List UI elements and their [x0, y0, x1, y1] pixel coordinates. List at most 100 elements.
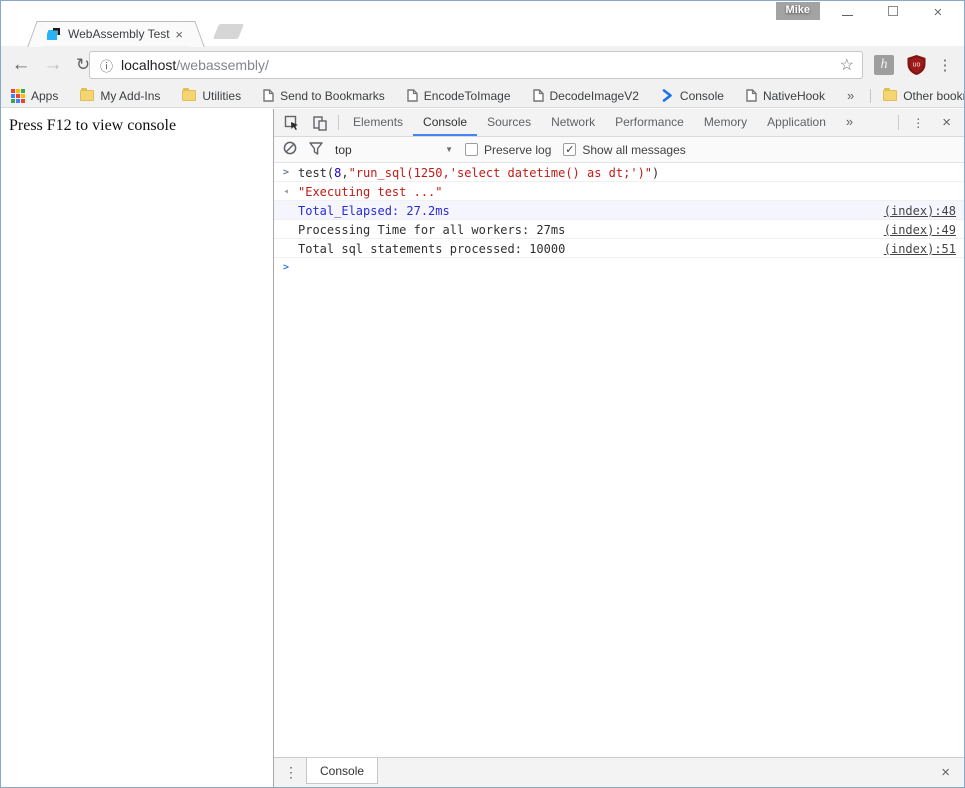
page-info-icon[interactable]: ⓘ [100, 56, 113, 75]
svg-text:uo: uo [913, 62, 921, 69]
page-icon [407, 89, 418, 102]
tab-memory[interactable]: Memory [694, 109, 757, 136]
result-value: "Executing test ..." [298, 185, 443, 199]
apps-shortcut[interactable]: Apps [11, 89, 58, 103]
drawer-menu-icon[interactable]: ⋮ [282, 764, 306, 781]
url-text[interactable]: localhost/webassembly/ [121, 57, 269, 73]
folder-icon [883, 90, 897, 101]
dropdown-arrow-icon: ▼ [445, 145, 453, 154]
filter-icon[interactable] [309, 142, 323, 158]
devtools-close-icon[interactable]: × [933, 109, 960, 136]
tab-network[interactable]: Network [541, 109, 605, 136]
back-icon[interactable]: ← [7, 46, 35, 84]
devtools-tabbar: Elements Console Sources Network Perform… [274, 109, 964, 137]
log-text: Total sql statements processed: 10000 [298, 242, 565, 256]
drawer-tab-console[interactable]: Console [306, 758, 378, 784]
extension-h-icon[interactable]: h [874, 55, 894, 75]
bookmark-label: My Add-Ins [100, 89, 160, 103]
bookmark-decodeimagev2[interactable]: DecodeImageV2 [533, 89, 639, 103]
ublock-shield-icon[interactable]: uo [906, 54, 927, 81]
device-toolbar-icon[interactable] [306, 109, 334, 136]
more-tabs-icon[interactable]: » [836, 109, 863, 136]
clear-console-icon[interactable] [283, 141, 297, 158]
console-log-row: Total_Elapsed: 27.2ms (index):48 [274, 201, 964, 220]
tab-title: WebAssembly Test [68, 27, 173, 41]
bookmark-my-add-ins[interactable]: My Add-Ins [80, 89, 160, 103]
favicon-icon [47, 27, 61, 41]
minimize-icon [842, 15, 853, 16]
chevron-right-icon [661, 89, 674, 102]
window-close-button[interactable]: × [934, 5, 943, 20]
console-toolbar: top ▼ Preserve log ✓ Show all messages [274, 137, 964, 163]
devtools-menu-icon[interactable]: ⋮ [903, 109, 933, 136]
tab-sources[interactable]: Sources [477, 109, 541, 136]
preserve-log-label: Preserve log [484, 143, 551, 157]
page-icon [746, 89, 757, 102]
bookmarks-separator [870, 89, 871, 103]
bookmark-star-icon[interactable]: ☆ [840, 55, 854, 75]
bookmark-encodetoimage[interactable]: EncodeToImage [407, 89, 511, 103]
page-body-text: Press F12 to view console [1, 109, 273, 135]
bookmark-utilities[interactable]: Utilities [182, 89, 241, 103]
browser-window: Mike × WebAssembly Test × ← → ↻ ⓘ localh… [0, 0, 965, 788]
apps-grid-icon [11, 89, 25, 103]
bookmark-label: Utilities [202, 89, 241, 103]
page-icon [263, 89, 274, 102]
bookmark-label: NativeHook [763, 89, 825, 103]
tab-performance[interactable]: Performance [605, 109, 694, 136]
browser-menu-icon[interactable]: ⋮ [934, 46, 956, 84]
minimize-button[interactable] [842, 3, 853, 21]
tab-elements[interactable]: Elements [343, 109, 413, 136]
devtools-panel: Elements Console Sources Network Perform… [273, 109, 964, 787]
show-all-messages-label: Show all messages [582, 143, 685, 157]
console-command: test(8,"run_sql(1250,'select datetime() … [298, 166, 659, 180]
log-text: Processing Time for all workers: 27ms [298, 223, 565, 237]
bookmarks-right: » Other bookmarks [847, 88, 965, 103]
folder-icon [182, 90, 196, 101]
tab-console[interactable]: Console [413, 109, 477, 136]
show-all-messages-checkbox[interactable]: ✓ Show all messages [563, 143, 685, 157]
web-page: Press F12 to view console [1, 109, 273, 787]
other-bookmarks-label: Other bookmarks [903, 89, 965, 103]
other-bookmarks[interactable]: Other bookmarks [883, 89, 965, 103]
source-link[interactable]: (index):49 [864, 223, 956, 237]
maximize-button[interactable] [888, 3, 898, 21]
devtools-tabbar-right: ⋮ × [894, 109, 960, 136]
address-bar[interactable]: ⓘ localhost/webassembly/ ☆ [89, 51, 863, 79]
browser-tab[interactable]: WebAssembly Test × [39, 21, 193, 46]
execution-context-select[interactable]: top ▼ [335, 143, 453, 157]
inspect-element-icon[interactable] [278, 109, 306, 136]
console-prompt[interactable]: > [274, 258, 964, 277]
console-input-echo: > test(8,"run_sql(1250,'select datetime(… [274, 163, 964, 182]
titlebar: Mike × [1, 1, 964, 21]
checkbox-unchecked[interactable] [465, 143, 478, 156]
preserve-log-checkbox[interactable]: Preserve log [465, 143, 551, 157]
bookmark-label: Send to Bookmarks [280, 89, 385, 103]
profile-badge[interactable]: Mike [776, 2, 820, 20]
source-link[interactable]: (index):48 [864, 204, 956, 218]
window-controls: × [824, 1, 960, 23]
prompt-chevron-icon: > [283, 262, 289, 273]
new-tab-button[interactable] [213, 24, 244, 39]
bookmark-nativehook[interactable]: NativeHook [746, 89, 825, 103]
toolbar-separator [338, 115, 339, 130]
checkbox-checked[interactable]: ✓ [563, 143, 576, 156]
console-result: ◂ "Executing test ..." [274, 182, 964, 201]
tab-application[interactable]: Application [757, 109, 836, 136]
source-link[interactable]: (index):51 [864, 242, 956, 256]
bookmark-console[interactable]: Console [661, 89, 724, 103]
log-text: Total_Elapsed: 27.2ms [298, 204, 450, 218]
drawer-close-icon[interactable]: × [935, 764, 956, 781]
bookmark-label: DecodeImageV2 [550, 89, 639, 103]
console-messages[interactable]: > test(8,"run_sql(1250,'select datetime(… [274, 163, 964, 757]
context-value: top [335, 143, 352, 157]
tab-close-icon[interactable]: × [173, 27, 185, 42]
console-log-row: Processing Time for all workers: 27ms (i… [274, 220, 964, 239]
maximize-icon [888, 6, 898, 16]
bookmark-send-to-bookmarks[interactable]: Send to Bookmarks [263, 89, 385, 103]
check-icon: ✓ [565, 143, 574, 156]
devtools-drawer: ⋮ Console × [274, 757, 964, 787]
result-arrow-icon: ◂ [283, 186, 289, 197]
bookmarks-overflow-icon[interactable]: » [847, 88, 854, 103]
url-host: localhost [121, 57, 176, 73]
